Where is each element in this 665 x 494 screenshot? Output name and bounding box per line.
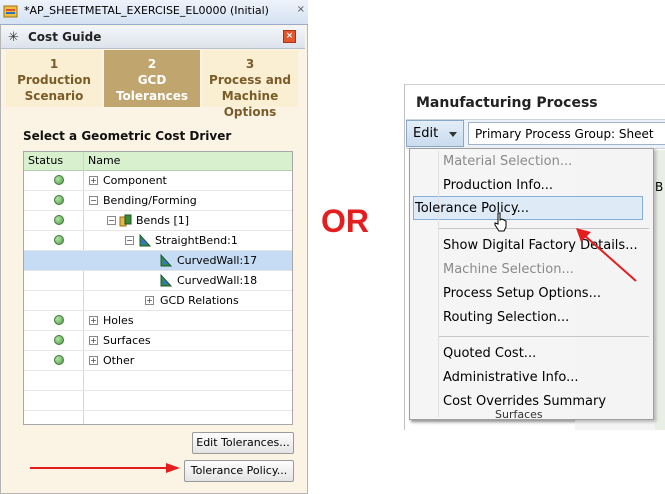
tree-row-bends[interactable]: − Bends [1] <box>24 211 292 231</box>
menu-item-production-info[interactable]: Production Info... <box>409 175 652 197</box>
tree-row-curvedwall-17[interactable]: CurvedWall:17 <box>24 251 292 271</box>
manufacturing-process-title: Manufacturing Process <box>416 95 598 111</box>
curved-wall-icon <box>160 273 173 287</box>
tree-node-label: StraightBend:1 <box>155 234 238 247</box>
menu-item-label: Machine Selection... <box>443 262 574 277</box>
menu-item-routing-selection[interactable]: Routing Selection... <box>409 307 652 329</box>
menu-item-label: Quoted Cost... <box>443 346 537 361</box>
collapse-icon[interactable]: − <box>89 196 98 205</box>
menu-separator <box>439 336 649 337</box>
cost-guide-header: ✳ Cost Guide × <box>1 26 305 49</box>
menu-item-label: Process Setup Options... <box>443 286 601 301</box>
background-text: B <box>655 180 664 194</box>
step-label: GCD <box>137 73 167 87</box>
tree-node-label: Other <box>103 354 135 367</box>
column-header-status[interactable]: Status <box>28 154 63 167</box>
tree-row-holes[interactable]: + Holes <box>24 311 292 331</box>
bends-group-icon <box>119 214 132 227</box>
tolerance-policy-button[interactable]: Tolerance Policy... <box>184 460 294 482</box>
edit-menu-button[interactable]: Edit <box>406 120 464 147</box>
menu-item-tolerance-policy[interactable]: Tolerance Policy... <box>409 198 652 220</box>
edit-menu-label: Edit <box>413 126 439 141</box>
tree-node-label: Bends [1] <box>136 214 190 227</box>
grid-header: Status Name <box>24 152 292 171</box>
expand-icon[interactable]: + <box>89 316 98 325</box>
cost-guide-title: Cost Guide <box>28 30 102 44</box>
step-label: Production <box>17 73 91 87</box>
tree-row-straightbend[interactable]: − StraightBend:1 <box>24 231 292 251</box>
step-label: Process and <box>209 73 291 87</box>
step-number: 3 <box>245 57 255 71</box>
status-ok-icon <box>54 355 64 365</box>
tree-node-label: Component <box>103 174 167 187</box>
collapse-icon[interactable]: − <box>107 216 116 225</box>
step-process-machine-options[interactable]: 3 Process and Machine Options <box>202 50 298 119</box>
bend-feature-icon <box>139 233 152 247</box>
section-title: Select a Geometric Cost Driver <box>23 129 232 143</box>
expand-icon[interactable]: + <box>89 336 98 345</box>
status-ok-icon <box>54 335 64 345</box>
menu-item-label: Tolerance Policy... <box>415 201 530 216</box>
menu-item-label: Production Info... <box>443 178 554 193</box>
tree-node-label: CurvedWall:17 <box>177 254 258 267</box>
step-label: Machine Options <box>221 89 279 119</box>
red-arrow-annotation <box>30 463 180 473</box>
menu-item-quoted-cost[interactable]: Quoted Cost... <box>409 343 652 365</box>
menu-item-label: Cost Overrides Summary <box>443 394 607 409</box>
tree-node-label: Bending/Forming <box>103 194 197 207</box>
status-ok-icon <box>54 175 64 185</box>
menu-item-label: Material Selection... <box>443 154 573 169</box>
tree-row-gcd-relations[interactable]: + GCD Relations <box>24 291 292 311</box>
empty-row <box>24 371 292 391</box>
document-tab-title: *AP_SHEETMETAL_EXERCISE_EL0000 (Initial) <box>24 4 269 17</box>
red-arrow-annotation <box>576 228 637 282</box>
tree-row-bending-forming[interactable]: − Bending/Forming <box>24 191 292 211</box>
mouse-cursor-icon <box>494 212 507 232</box>
expand-icon[interactable]: + <box>89 176 98 185</box>
or-label: OR <box>321 203 369 239</box>
status-ok-icon <box>54 315 64 325</box>
menu-item-process-setup[interactable]: Process Setup Options... <box>409 283 652 305</box>
tree-row-curvedwall-18[interactable]: CurvedWall:18 <box>24 271 292 291</box>
menu-item-administrative-info[interactable]: Administrative Info... <box>409 367 652 389</box>
cost-guide-icon: ✳ <box>8 30 19 45</box>
tree-row-surfaces[interactable]: + Surfaces <box>24 331 292 351</box>
tree-row-component[interactable]: + Component <box>24 171 292 191</box>
menu-item-cost-overrides[interactable]: Cost Overrides Summary <box>409 391 652 413</box>
expand-icon[interactable]: + <box>89 356 98 365</box>
close-icon[interactable]: × <box>283 30 296 43</box>
step-production-scenario[interactable]: 1 Production Scenario <box>6 50 102 107</box>
collapse-icon[interactable]: − <box>125 236 134 245</box>
step-label: Tolerances <box>115 89 189 103</box>
tree-node-label: CurvedWall:18 <box>177 274 258 287</box>
status-ok-icon <box>54 215 64 225</box>
step-gcd-tolerances[interactable]: 2 GCD Tolerances <box>104 50 200 107</box>
status-ok-icon <box>54 235 64 245</box>
menu-item-label: Administrative Info... <box>443 370 579 385</box>
close-tab-icon[interactable]: × <box>297 4 305 15</box>
gcd-tree-grid: Status Name + Component − Bending/Formin… <box>23 151 293 425</box>
edit-tolerances-button[interactable]: Edit Tolerances... <box>192 432 294 454</box>
tree-node-label: Holes <box>103 314 134 327</box>
menu-item-label: Routing Selection... <box>443 310 570 325</box>
panel-border <box>404 84 405 430</box>
menu-item-material-selection[interactable]: Material Selection... <box>409 151 652 173</box>
curved-wall-icon <box>160 253 173 267</box>
column-header-name[interactable]: Name <box>88 154 120 167</box>
tree-node-label: GCD Relations <box>160 294 239 307</box>
document-tab[interactable]: *AP_SHEETMETAL_EXERCISE_EL0000 (Initial)… <box>0 0 308 25</box>
process-group-value: Primary Process Group: Sheet <box>475 127 654 141</box>
status-ok-icon <box>54 195 64 205</box>
empty-row <box>24 391 292 411</box>
process-group-selector[interactable]: Primary Process Group: Sheet <box>468 122 665 145</box>
step-number: 2 <box>147 57 157 71</box>
expand-icon[interactable]: + <box>145 296 154 305</box>
chevron-down-icon <box>449 132 457 137</box>
tree-node-label: Surfaces <box>103 334 151 347</box>
document-icon <box>3 5 18 18</box>
step-label: Scenario <box>24 89 84 103</box>
tree-row-other[interactable]: + Other <box>24 351 292 371</box>
step-number: 1 <box>49 57 59 71</box>
panel-border <box>405 84 665 85</box>
